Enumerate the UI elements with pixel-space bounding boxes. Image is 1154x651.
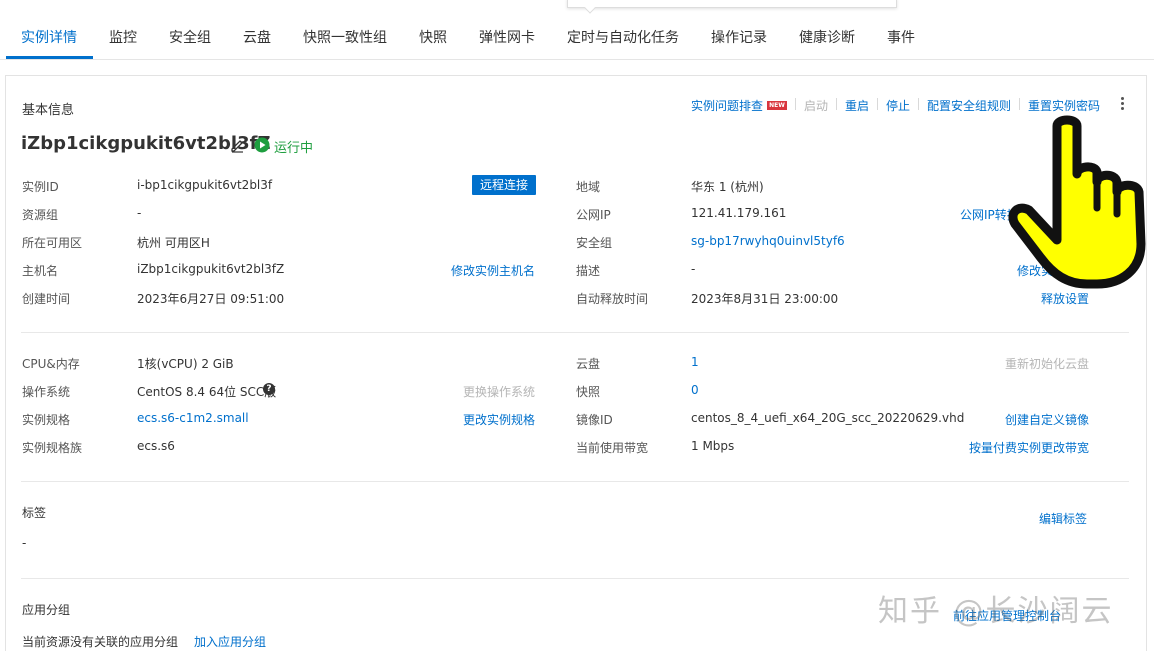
bandwidth-value: 1 Mbps — [691, 439, 735, 453]
tooltip-popup — [567, 0, 897, 8]
create-image-link[interactable]: 创建自定义镜像 — [1005, 411, 1089, 428]
section-divider — [21, 481, 1129, 482]
auto-release-label: 自动释放时间 — [576, 292, 649, 306]
tab-health-diagnosis[interactable]: 健康诊断 — [799, 27, 855, 47]
public-ip-label: 公网IP — [576, 208, 611, 222]
watermark: 知乎 @长沙阔云 — [878, 594, 1114, 629]
change-spec-link[interactable]: 更改实例规格 — [463, 411, 535, 428]
hostname-value: iZbp1cikgpukit6vt2bl3fZ — [137, 262, 285, 276]
tab-events[interactable]: 事件 — [887, 27, 915, 47]
more-icon[interactable] — [1121, 97, 1125, 111]
instance-id-value: i-bp1cikgpukit6vt2bl3f — [137, 178, 273, 192]
description-label: 描述 — [576, 264, 601, 278]
help-icon[interactable]: ? — [263, 383, 275, 395]
bandwidth-label: 当前使用带宽 — [576, 441, 649, 455]
tab-monitoring[interactable]: 监控 — [109, 27, 137, 47]
change-bandwidth-link[interactable]: 按量付费实例更改带宽 — [969, 439, 1089, 456]
security-group-link[interactable]: sg-bp17rwyhq0uinvl5tyf6 — [691, 234, 845, 248]
reinit-disk-link[interactable]: 重新初始化云盘 — [1005, 355, 1089, 372]
instance-id-label: 实例ID — [22, 180, 59, 194]
restart-button[interactable]: 重启 — [845, 97, 869, 114]
instance-family-value: ecs.s6 — [137, 439, 175, 453]
os-value: CentOS 8.4 64位 SCC版 — [137, 385, 277, 399]
security-group-label: 安全组 — [576, 236, 613, 250]
config-security-rules-link[interactable]: 配置安全组规则 — [927, 97, 1011, 114]
description-value: - — [691, 262, 696, 276]
running-status-icon — [254, 137, 270, 153]
tab-scheduled-tasks[interactable]: 定时与自动化任务 — [567, 27, 679, 47]
snapshot-count-link[interactable]: 0 — [691, 383, 699, 397]
image-id-value: centos_8_4_uefi_x64_20G_scc_20220629.vhd — [691, 411, 965, 425]
status-text: 运行中 — [274, 141, 314, 156]
image-id-label: 镜像ID — [576, 413, 613, 427]
instance-type-link[interactable]: ecs.s6-c1m2.small — [137, 411, 249, 425]
auto-release-value: 2023年8月31日 23:00:00 — [691, 292, 839, 306]
zone-value: 杭州 可用区H — [137, 236, 210, 250]
hostname-label: 主机名 — [22, 264, 59, 278]
app-group-empty-text: 当前资源没有关联的应用分组 — [22, 635, 179, 649]
tab-instance-details[interactable]: 实例详情 — [21, 27, 77, 47]
tags-title: 标签 — [22, 506, 47, 520]
action-separator — [1019, 98, 1020, 110]
new-badge: NEW — [767, 101, 787, 110]
tab-eni[interactable]: 弹性网卡 — [479, 27, 535, 47]
created-time-label: 创建时间 — [22, 292, 71, 306]
region-value: 华东 1 (杭州) — [691, 180, 764, 194]
tab-security-group[interactable]: 安全组 — [169, 27, 211, 47]
tab-bar: 实例详情 监控 安全组 云盘 快照一致性组 快照 弹性网卡 定时与自动化任务 操… — [0, 0, 1154, 60]
resource-group-label: 资源组 — [22, 208, 59, 222]
os-label: 操作系统 — [22, 385, 71, 399]
change-os-link[interactable]: 更换操作系统 — [463, 383, 535, 400]
start-button[interactable]: 启动 — [804, 97, 828, 114]
tab-disks[interactable]: 云盘 — [243, 27, 271, 47]
public-ip-value: 121.41.179.161 — [691, 206, 787, 220]
edit-icon[interactable] — [229, 137, 245, 153]
modify-hostname-link[interactable]: 修改实例主机名 — [451, 262, 535, 279]
created-time-value: 2023年6月27日 09:51:00 — [137, 292, 285, 306]
action-separator — [795, 98, 796, 110]
basic-info-title: 基本信息 — [22, 103, 75, 118]
resource-group-value: - — [137, 206, 142, 220]
release-settings-link[interactable]: 释放设置 — [1041, 290, 1089, 307]
edit-tags-link[interactable]: 编辑标签 — [1039, 510, 1087, 527]
active-tab-indicator — [6, 56, 93, 59]
cpu-memory-value: 1核(vCPU) 2 GiB — [137, 357, 234, 371]
snapshot-label: 快照 — [576, 385, 601, 399]
section-divider — [21, 332, 1129, 333]
instance-family-label: 实例规格族 — [22, 441, 83, 455]
pointer-hand-icon — [1008, 115, 1146, 289]
action-separator — [836, 98, 837, 110]
instance-type-label: 实例规格 — [22, 413, 71, 427]
disk-count-link[interactable]: 1 — [691, 355, 699, 369]
zone-label: 所在可用区 — [22, 236, 83, 250]
troubleshoot-link[interactable]: 实例问题排查 — [691, 97, 763, 114]
tab-snapshot-consistency-group[interactable]: 快照一致性组 — [303, 27, 387, 47]
app-group-title: 应用分组 — [22, 603, 71, 617]
tab-operation-log[interactable]: 操作记录 — [711, 27, 767, 47]
add-app-group-link[interactable]: 加入应用分组 — [194, 633, 266, 650]
stop-button[interactable]: 停止 — [886, 97, 910, 114]
tab-snapshots[interactable]: 快照 — [419, 27, 447, 47]
remote-connect-button[interactable]: 远程连接 — [472, 175, 536, 195]
cpu-memory-label: CPU&内存 — [22, 357, 80, 371]
region-label: 地域 — [576, 180, 601, 194]
section-divider — [21, 578, 1129, 579]
action-separator — [877, 98, 878, 110]
tags-value: - — [22, 536, 27, 550]
disk-label: 云盘 — [576, 357, 601, 371]
action-separator — [918, 98, 919, 110]
